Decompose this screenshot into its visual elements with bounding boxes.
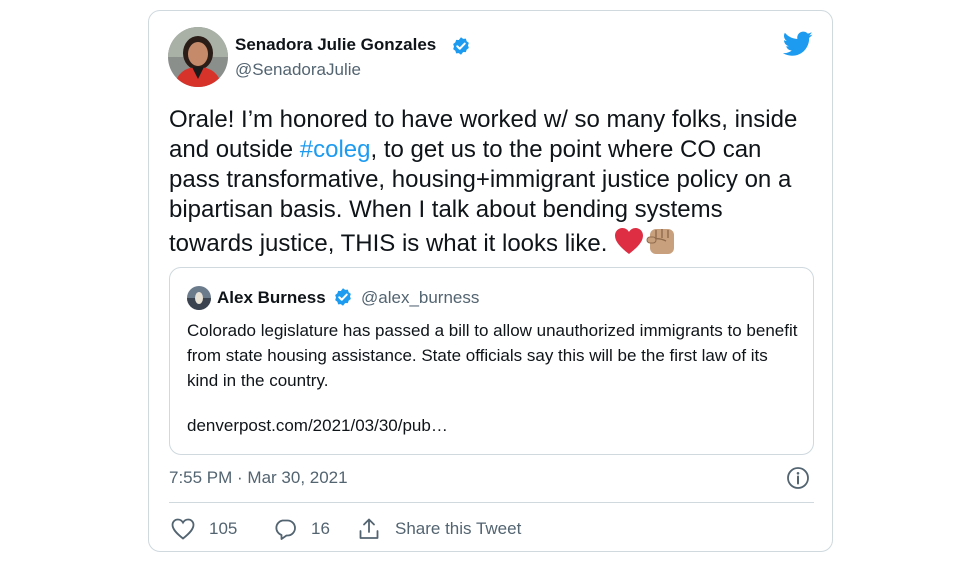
like-count: 105 <box>209 519 238 538</box>
hashtag-link[interactable]: #coleg <box>300 136 371 163</box>
red-heart-icon <box>614 227 644 263</box>
reply-count: 16 <box>311 519 330 538</box>
heart-outline-icon <box>171 518 195 540</box>
author-avatar[interactable] <box>168 27 228 87</box>
quoted-author-name[interactable]: Alex Burness <box>217 288 326 308</box>
tweet-timestamp[interactable]: 7:55 PM · Mar 30, 2021 <box>169 468 348 488</box>
author-name[interactable]: Senadora Julie Gonzales <box>235 35 436 55</box>
twitter-bird-icon[interactable] <box>783 31 813 57</box>
like-button[interactable]: 105 <box>171 516 237 542</box>
quoted-author-handle[interactable]: @alex_burness <box>361 288 479 308</box>
share-label: Share this Tweet <box>395 519 522 538</box>
share-icon <box>359 518 379 539</box>
author-handle[interactable]: @SenadoraJulie <box>235 60 361 80</box>
embedded-tweet-card: Senadora Julie Gonzales @SenadoraJulie O… <box>148 10 833 552</box>
reply-button[interactable]: 16 <box>273 516 330 542</box>
info-icon[interactable] <box>786 466 810 490</box>
quoted-tweet[interactable]: Alex Burness @alex_burness Colorado legi… <box>169 267 814 455</box>
divider <box>169 502 814 503</box>
quoted-author-avatar[interactable] <box>187 286 211 310</box>
quoted-tweet-link[interactable]: denverpost.com/2021/03/30/pub… <box>187 416 448 436</box>
quoted-tweet-text: Colorado legislature has passed a bill t… <box>187 321 798 390</box>
tweet-text: Orale! I’m honored to have worked w/ so … <box>169 105 809 263</box>
share-button[interactable]: Share this Tweet <box>357 516 521 542</box>
raised-fist-icon <box>646 225 678 263</box>
verified-badge-icon <box>335 288 351 306</box>
reply-bubble-icon <box>275 519 296 540</box>
verified-badge-icon <box>453 37 469 55</box>
